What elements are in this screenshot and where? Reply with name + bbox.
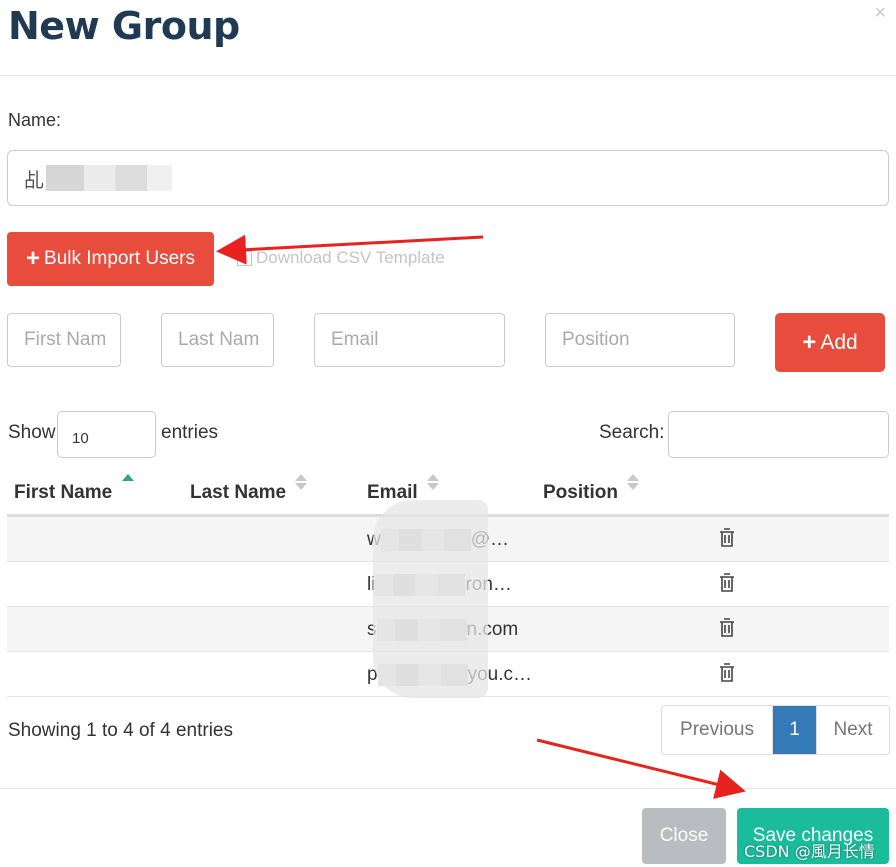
name-value-prefix: 乩	[24, 169, 44, 192]
plus-icon: +	[802, 328, 817, 356]
add-button[interactable]: + Add	[775, 313, 885, 372]
footer-divider	[0, 788, 896, 789]
plus-icon: +	[26, 245, 41, 272]
last-name-field[interactable]: Last Nam	[161, 313, 274, 367]
redacted-name	[46, 165, 172, 191]
trash-icon[interactable]	[719, 573, 735, 593]
name-label: Name:	[8, 110, 62, 130]
email-cell: li ron…	[367, 574, 512, 596]
table-row: s n.com	[7, 607, 889, 652]
page-1-button[interactable]: 1	[773, 706, 817, 754]
column-header-last-name[interactable]: Last Name	[190, 482, 286, 504]
trash-icon[interactable]	[719, 618, 735, 638]
close-icon[interactable]: ×	[874, 2, 886, 25]
email-cell: p you.c…	[367, 664, 532, 686]
name-input[interactable]: 乩	[7, 150, 889, 206]
first-name-field[interactable]: First Nam	[7, 313, 121, 367]
watermark: CSDN @風月长情	[744, 842, 875, 861]
add-label: Add	[820, 330, 858, 354]
search-input[interactable]	[668, 411, 889, 458]
download-csv-label: Download CSV Template	[256, 248, 445, 267]
email-field[interactable]: Email	[314, 313, 505, 367]
download-csv-link[interactable]: x Download CSV Template	[237, 248, 445, 268]
sort-icon[interactable]	[627, 474, 639, 500]
sort-icon[interactable]	[427, 474, 439, 500]
entries-label: entries	[161, 422, 219, 443]
email-cell: w @…	[367, 529, 510, 551]
file-icon: x	[237, 250, 252, 266]
position-field[interactable]: Position	[545, 313, 735, 367]
trash-icon[interactable]	[719, 663, 735, 683]
next-page-button[interactable]: Next	[817, 706, 889, 754]
sort-asc-icon[interactable]	[122, 474, 134, 500]
table-row: p you.c…	[7, 652, 889, 697]
table-row: w @…	[7, 517, 889, 562]
column-header-first-name[interactable]: First Name	[14, 482, 112, 504]
pagination: Previous 1 Next	[661, 705, 890, 755]
email-cell: s n.com	[367, 619, 519, 641]
bulk-import-label: Bulk Import Users	[44, 248, 195, 269]
trash-icon[interactable]	[719, 528, 735, 548]
page-length-select[interactable]: 10	[57, 411, 156, 458]
modal-title: New Group	[8, 4, 240, 48]
bulk-import-button[interactable]: + Bulk Import Users	[7, 232, 214, 286]
column-header-position[interactable]: Position	[543, 482, 618, 504]
search-label: Search:	[599, 422, 665, 443]
show-label: Show	[8, 422, 56, 443]
table-row: li ron…	[7, 562, 889, 607]
column-header-email[interactable]: Email	[367, 482, 418, 504]
close-button[interactable]: Close	[642, 808, 726, 864]
sort-icon[interactable]	[295, 474, 307, 500]
header-divider	[0, 75, 896, 76]
previous-page-button[interactable]: Previous	[662, 706, 773, 754]
table-info: Showing 1 to 4 of 4 entries	[8, 720, 233, 741]
